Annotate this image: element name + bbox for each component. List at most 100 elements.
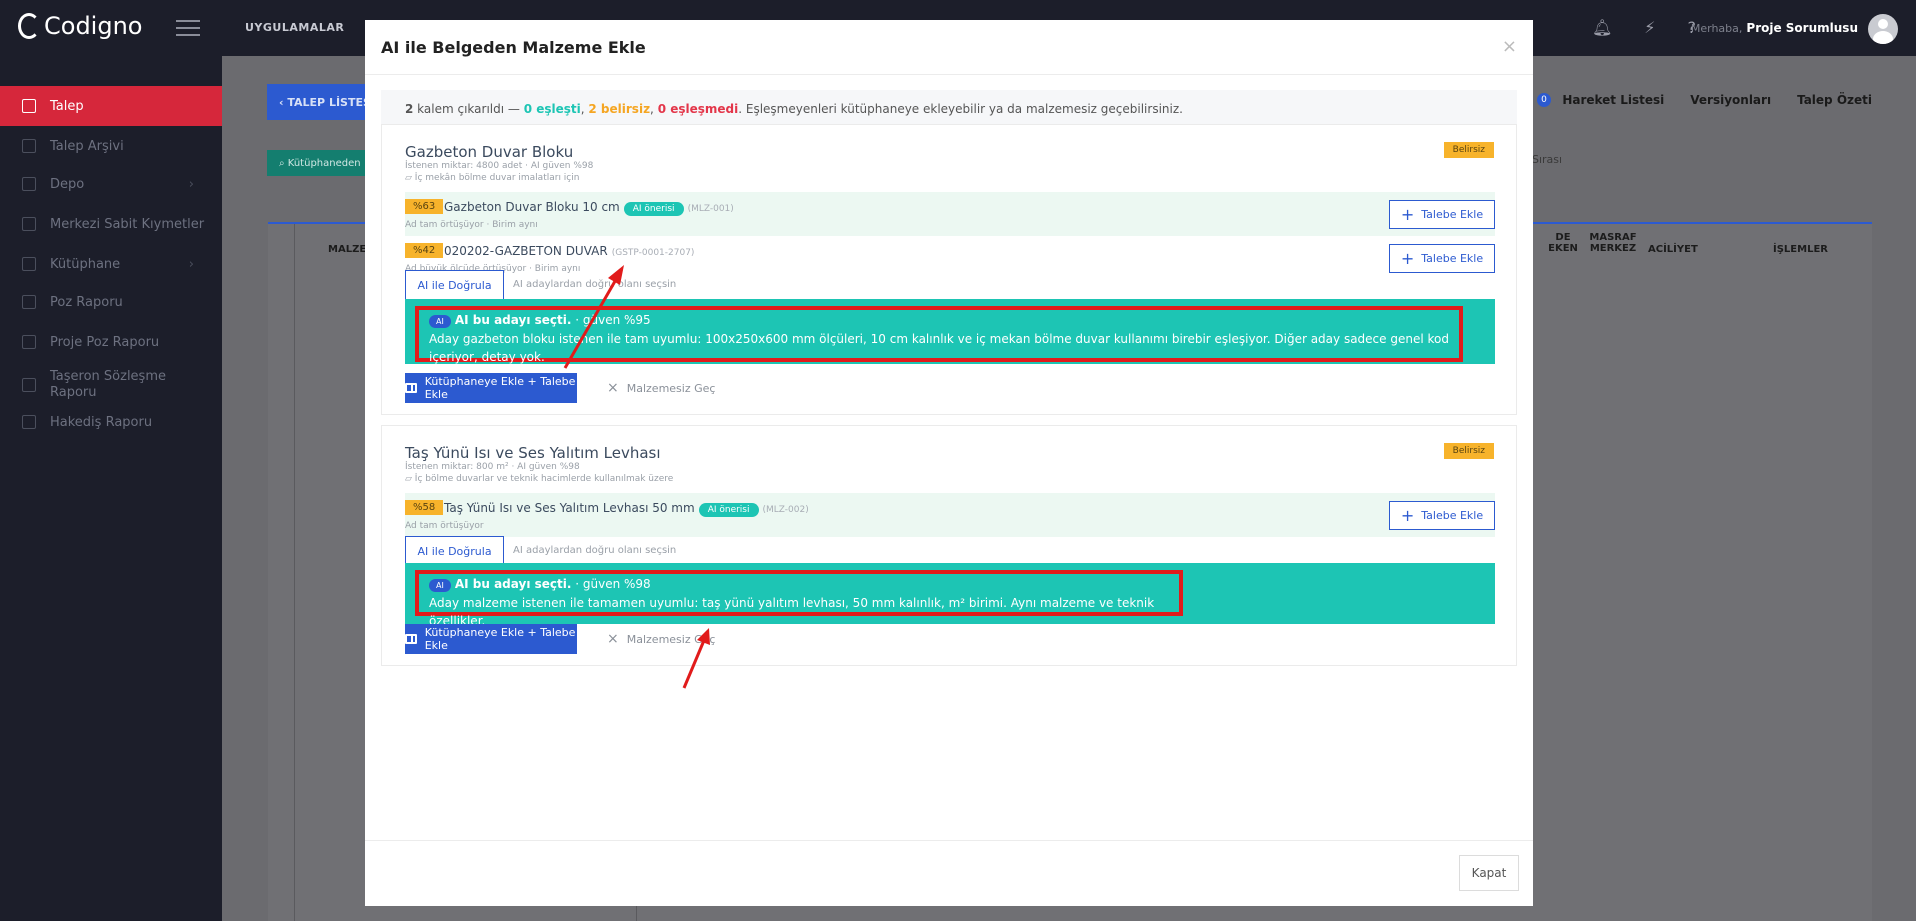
candidate-code: (MLZ-001) — [687, 204, 734, 214]
material-card: Gazbeton Duvar Bloku Belirsiz İstenen mi… — [381, 124, 1517, 415]
candidate-name-text: 020202-GAZBETON DUVAR — [444, 244, 608, 258]
ai-tag: AI — [429, 315, 451, 328]
button-label: Talebe Ekle — [1421, 208, 1484, 221]
link-talep-ozeti[interactable]: Talep Özeti — [1797, 93, 1872, 107]
candidate-name: 020202-GAZBETON DUVAR (GSTP-0001-2707) — [444, 244, 694, 258]
sidebar-item-merkezi-sabit-kiymetler[interactable]: Merkezi Sabit Kıymetler — [0, 204, 222, 244]
sidebar-item-label: Proje Poz Raporu — [50, 334, 160, 350]
sidebar-item-label: Poz Raporu — [50, 294, 123, 310]
back-to-list-button[interactable]: ‹ TALEP LİSTESİ — [267, 84, 377, 120]
sidebar-item-hakedis-raporu[interactable]: Hakediş Raporu — [0, 402, 222, 442]
material-note: ▱ İç mekân bölme duvar imalatları için — [405, 173, 579, 183]
ai-tag: AI — [429, 579, 451, 592]
sidebar-item-kutuphane[interactable]: Kütüphane › — [0, 244, 222, 284]
library-icon — [22, 257, 36, 271]
menu-toggle-icon[interactable] — [176, 20, 200, 36]
ai-decision-text: Aday gazbeton bloku istenen ile tam uyum… — [429, 332, 1449, 364]
ai-decision-title: AI bu adayı seçti. — [454, 313, 572, 327]
ai-decision-box: AI AI bu adayı seçti. · güven %95 Aday ga… — [405, 299, 1495, 364]
material-title: Gazbeton Duvar Bloku — [405, 143, 574, 161]
logo-icon — [18, 13, 40, 39]
sidebar-item-label: Talep Arşivi — [50, 138, 124, 154]
note-icon: ▱ — [405, 474, 415, 484]
brand-name: Codigno — [44, 12, 143, 40]
note-text: İç bölme duvarlar ve teknik hacimlerde k… — [414, 474, 674, 484]
apps-menu[interactable]: UYGULAMALAR — [245, 21, 344, 34]
button-label: Talebe Ekle — [1421, 509, 1484, 522]
material-meta: İstenen miktar: 800 m² · AI güven %98 — [405, 462, 580, 472]
button-label: Malzemesiz Geç — [626, 632, 716, 646]
library-button-label: Kütüphaneden — [287, 157, 361, 169]
chevron-right-icon: › — [188, 176, 194, 192]
link-hareket-listesi[interactable]: Hareket Listesi — [1562, 93, 1664, 107]
candidate-name: Taş Yünü Isı ve Ses Yalıtım Levhası 50 m… — [444, 501, 809, 517]
link-versiyonlari[interactable]: Versiyonları — [1690, 93, 1771, 107]
x-icon: × — [607, 631, 619, 647]
warehouse-icon — [22, 177, 36, 191]
archive-icon — [22, 139, 36, 153]
ai-verify-button[interactable]: AI ile Doğrula — [405, 270, 504, 300]
ai-verify-button[interactable]: AI ile Doğrula — [405, 536, 504, 566]
brand-logo[interactable]: Codigno — [18, 12, 142, 40]
add-to-request-button[interactable]: + Talebe Ekle — [1389, 244, 1495, 273]
plus-icon: + — [1400, 204, 1415, 224]
user-name: Proje Sorumlusu — [1746, 21, 1858, 35]
from-library-button[interactable]: ⌕ Kütüphaneden — [267, 150, 367, 176]
sidebar-item-label: Kütüphane — [50, 256, 121, 272]
ai-verify-hint: AI adaylardan doğru olanı seçsin — [513, 545, 677, 556]
sidebar-item-talep-arsivi[interactable]: Talep Arşivi — [0, 126, 222, 166]
lightning-icon[interactable]: ⚡︎ — [1644, 18, 1655, 37]
candidate-row[interactable]: %63 Gazbeton Duvar Bloku 10 cm AI önerisi… — [405, 192, 1495, 236]
report-icon — [22, 378, 36, 392]
report-icon — [22, 415, 36, 429]
add-to-library-and-request-button[interactable]: Kütüphaneye Ekle + Talebe Ekle — [405, 624, 577, 654]
candidate-row[interactable]: %58 Taş Yünü Isı ve Ses Yalıtım Levhası … — [405, 493, 1495, 537]
column-header: MASRAF MERKEZ — [1589, 232, 1637, 254]
add-to-request-button[interactable]: + Talebe Ekle — [1389, 200, 1495, 229]
ai-decision-highlight: AI AI bu adayı seçti. · güven %95 Aday ga… — [415, 306, 1463, 364]
separator: , — [650, 102, 658, 116]
add-to-request-button[interactable]: + Talebe Ekle — [1389, 501, 1495, 530]
back-button-label: TALEP LİSTESİ — [287, 95, 376, 109]
status-badge: Belirsiz — [1443, 443, 1494, 459]
button-label: Kütüphaneye Ekle + Talebe Ekle — [424, 375, 576, 401]
sidebar-item-label: Hakediş Raporu — [50, 414, 153, 430]
skip-without-material-button[interactable]: × Malzemesiz Geç — [607, 380, 715, 396]
uncertain-count: 2 belirsiz — [588, 102, 651, 116]
column-header: DE EKEN — [1548, 232, 1578, 254]
sidebar-item-label: Depo — [50, 176, 85, 192]
skip-without-material-button[interactable]: × Malzemesiz Geç — [607, 631, 715, 647]
sidebar-item-proje-poz-raporu[interactable]: Proje Poz Raporu — [0, 322, 222, 362]
close-button[interactable]: Kapat — [1459, 855, 1519, 891]
material-title: Taş Yünü Isı ve Ses Yalıtım Levhası — [405, 444, 661, 462]
ai-material-modal: AI ile Belgeden Malzeme Ekle × 2 kalem ç… — [365, 20, 1533, 906]
sidebar-item-depo[interactable]: Depo › — [0, 164, 222, 204]
add-to-library-and-request-button[interactable]: Kütüphaneye Ekle + Talebe Ekle — [405, 373, 577, 403]
ai-decision-head: AI AI bu adayı seçti. · güven %95 — [429, 313, 1449, 328]
candidate-code: (MLZ-002) — [762, 505, 809, 515]
summary-text: kalem çıkarıldı — — [413, 102, 524, 116]
book-icon — [405, 634, 417, 644]
plus-icon: + — [1400, 505, 1415, 525]
bell-icon[interactable]: 🔔︎ — [1592, 18, 1612, 37]
material-note: ▱ İç bölme duvarlar ve teknik hacimlerde… — [405, 474, 673, 484]
ai-decision-title: AI bu adayı seçti. — [454, 577, 572, 591]
candidate-row[interactable]: %42 020202-GAZBETON DUVAR (GSTP-0001-2707… — [405, 236, 1495, 280]
match-percent: %58 — [405, 500, 444, 515]
sidebar-item-label: Talep — [50, 98, 84, 114]
button-label: Talebe Ekle — [1421, 252, 1484, 265]
button-label: Kütüphaneye Ekle + Talebe Ekle — [424, 626, 576, 652]
close-icon[interactable]: × — [1502, 36, 1517, 57]
ai-verify-hint: AI adaylardan doğru olanı seçsin — [513, 279, 677, 290]
avatar[interactable] — [1868, 14, 1898, 44]
sidebar-item-talep[interactable]: Talep — [0, 86, 222, 126]
button-label: Malzemesiz Geç — [626, 381, 716, 395]
user-greeting[interactable]: Merhaba, Proje Sorumlusu — [1691, 21, 1858, 35]
report-icon — [22, 295, 36, 309]
modal-footer: Kapat — [365, 840, 1533, 906]
matched-count: 0 eşleşti — [523, 102, 581, 116]
document-icon — [22, 99, 36, 113]
sidebar-item-poz-raporu[interactable]: Poz Raporu — [0, 282, 222, 322]
chevron-right-icon: › — [188, 256, 194, 272]
column-header: ACİLİYET — [1648, 244, 1698, 255]
